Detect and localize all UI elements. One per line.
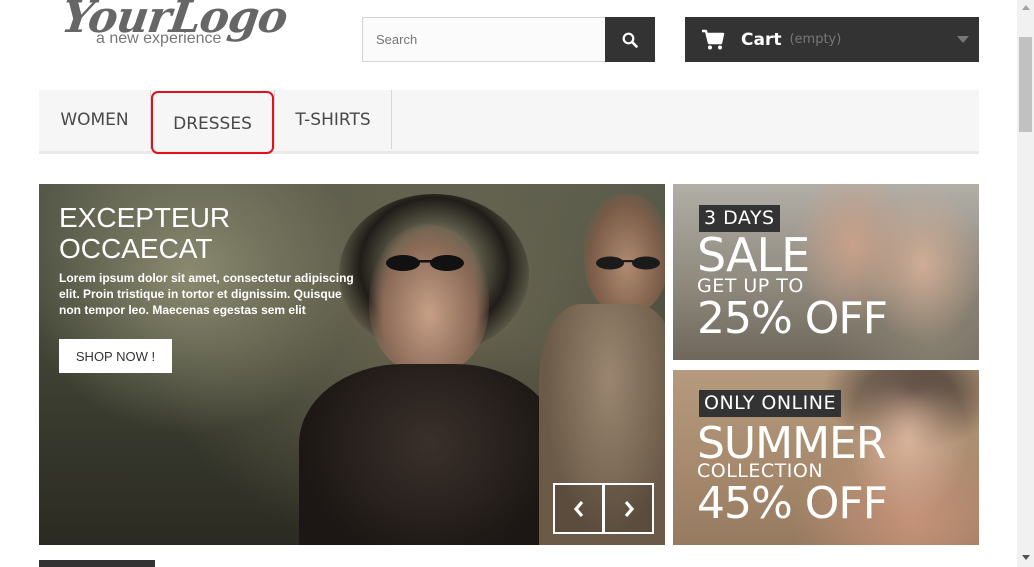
promo-offer: 25% OFF	[697, 293, 888, 344]
menu-item-dresses[interactable]: DRESSES	[151, 90, 275, 149]
menu-item-women[interactable]: WOMEN	[39, 90, 151, 149]
logo-tagline: a new experience	[96, 30, 222, 47]
hero-slider: EXCEPTEUR OCCAECAT Lorem ipsum dolor sit…	[39, 184, 665, 545]
menu-item-label: DRESSES	[173, 113, 252, 134]
search-input[interactable]	[362, 17, 606, 62]
cart-label: Cart	[741, 29, 782, 50]
slider-next-button[interactable]	[603, 483, 654, 534]
scroll-up-icon[interactable]	[1022, 5, 1030, 10]
menu-item-t-shirts[interactable]: T-SHIRTS	[275, 90, 392, 149]
sunglasses-graphic	[386, 255, 464, 271]
slide-heading: EXCEPTEUR OCCAECAT	[59, 202, 231, 264]
search-button[interactable]	[605, 17, 655, 62]
promo-banner-sale[interactable]: 3 DAYS SALE GET UP TO 25% OFF	[673, 184, 979, 360]
promo-offer: 45% OFF	[697, 478, 888, 529]
page-scrollbar[interactable]	[1017, 0, 1034, 567]
main-menu: WOMEN DRESSES T-SHIRTS	[39, 90, 979, 154]
shopping-cart-icon	[702, 29, 725, 49]
menu-item-label: T-SHIRTS	[295, 109, 371, 130]
chevron-right-icon	[624, 500, 634, 517]
slide-photo-man	[584, 194, 665, 314]
shop-now-button[interactable]: SHOP NOW !	[59, 339, 172, 373]
promo-headline: SALE	[697, 228, 810, 282]
slide-text: Lorem ipsum dolor sit amet, consectetur …	[59, 271, 354, 317]
slider-prev-button[interactable]	[553, 483, 604, 534]
promo-tag: ONLY ONLINE	[699, 390, 841, 417]
scrollbar-thumb[interactable]	[1019, 37, 1032, 132]
search-icon	[622, 32, 638, 48]
section-heading-stub	[39, 560, 155, 567]
slide-photo-woman	[369, 224, 489, 374]
menu-item-label: WOMEN	[60, 109, 129, 130]
scroll-down-icon[interactable]	[1022, 555, 1030, 560]
chevron-down-icon	[957, 36, 969, 43]
cart-button[interactable]: Cart (empty)	[685, 17, 979, 62]
store-logo[interactable]: YourLogo a new experience	[58, 0, 302, 56]
promo-banner-summer[interactable]: ONLY ONLINE SUMMER COLLECTION 45% OFF	[673, 370, 979, 545]
search-bar	[362, 17, 655, 62]
store-page: YourLogo a new experience Cart (empty) W…	[0, 0, 1034, 567]
sunglasses-graphic	[596, 256, 660, 270]
chevron-left-icon	[573, 500, 583, 517]
cart-status: (empty)	[789, 32, 842, 47]
slide-photo-woman-jacket	[299, 364, 559, 545]
